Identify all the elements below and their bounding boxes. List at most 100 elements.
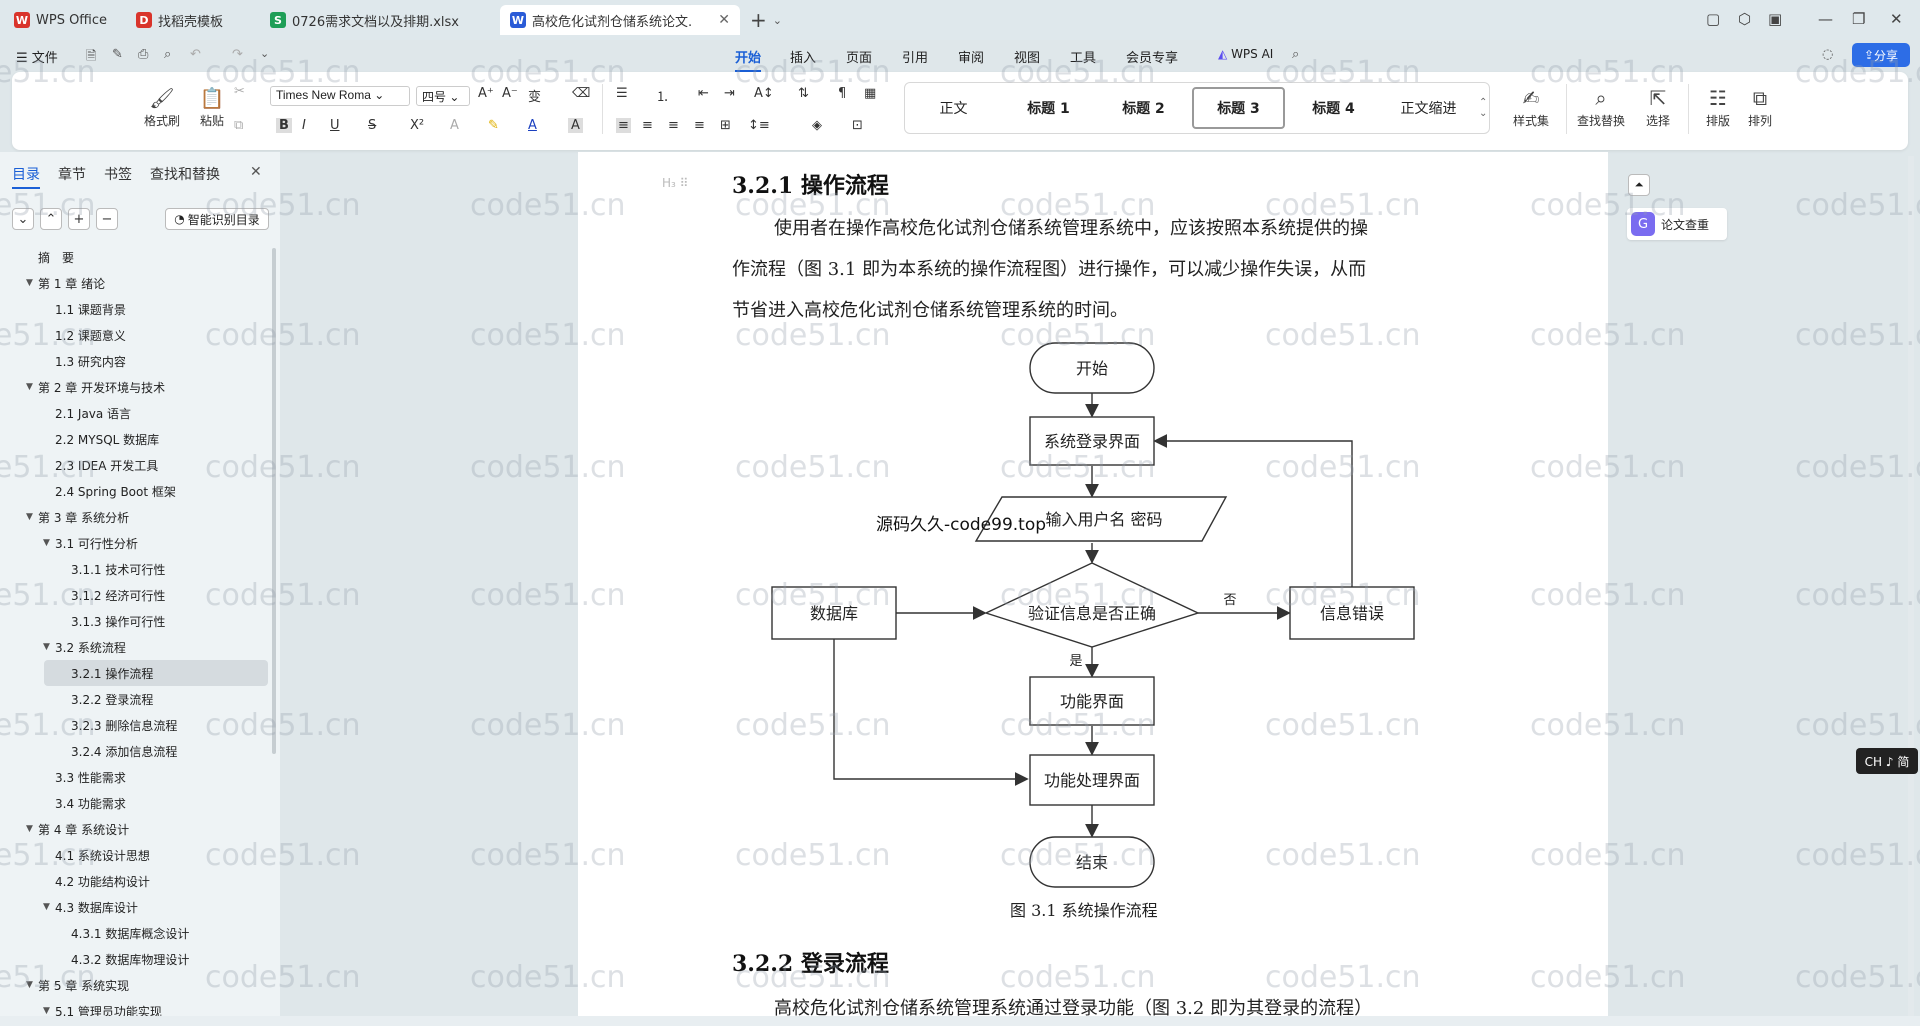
layout-button[interactable]: ☷ 排版	[1698, 86, 1738, 129]
menu-tools[interactable]: 工具	[1070, 47, 1096, 66]
cube-icon[interactable]: ⬡	[1738, 10, 1751, 28]
paste-button[interactable]: 📋 粘贴	[188, 86, 236, 129]
phonetic-icon[interactable]: 变	[528, 86, 541, 105]
toc-item[interactable]: ▼ 4.3 数据库设计	[0, 894, 275, 920]
pen-icon[interactable]: ✎	[112, 47, 123, 62]
menu-insert[interactable]: 插入	[790, 47, 816, 66]
table-icon[interactable]: ▦	[864, 86, 876, 101]
arrange-button[interactable]: ⧉ 排列	[1740, 86, 1780, 129]
number-list-icon[interactable]: ⒈	[656, 86, 669, 105]
line-spacing-icon[interactable]: ↕≡	[748, 118, 770, 133]
sidebar-tab-find[interactable]: 查找和替换	[150, 164, 220, 184]
expand-arrow-icon[interactable]: ▼	[26, 824, 33, 834]
sort-icon[interactable]: ⇅	[798, 86, 809, 101]
toc-item[interactable]: 3.2.4 添加信息流程	[0, 738, 275, 764]
expand-arrow-icon[interactable]: ▼	[43, 642, 50, 652]
toc-item[interactable]: 2.2 MYSQL 数据库	[0, 426, 275, 452]
smart-toc-button[interactable]: ◔ 智能识别目录	[165, 208, 269, 230]
ime-indicator[interactable]: CH ♪ 简	[1856, 748, 1918, 774]
toc-item[interactable]: 3.2.3 删除信息流程	[0, 712, 275, 738]
vertical-scrollbar[interactable]	[1908, 156, 1914, 1016]
document-page[interactable]: H₃ ⠿ 3.2.1 操作流程 使用者在操作高校危化试剂仓储系统管理系统中，应该…	[578, 152, 1608, 1026]
close-pane-icon[interactable]: ✕	[250, 164, 262, 180]
expand-arrow-icon[interactable]: ▼	[26, 512, 33, 522]
heading-handle-icon[interactable]: H₃ ⠿	[662, 176, 688, 190]
toc-item[interactable]: 4.2 功能结构设计	[0, 868, 275, 894]
expand-arrow-icon[interactable]: ▼	[26, 278, 33, 288]
file-menu[interactable]: ☰ 文件	[16, 47, 58, 66]
tab-spreadsheet[interactable]: S 0726需求文档以及排期.xlsx	[260, 5, 496, 35]
copy-icon[interactable]: ⧉	[234, 118, 243, 133]
minimize-icon[interactable]: —	[1818, 10, 1833, 28]
avatar[interactable]: ▣	[1768, 10, 1782, 28]
font-color-icon[interactable]: A	[528, 118, 537, 133]
toc-item[interactable]: 3.1.2 经济可行性	[0, 582, 275, 608]
align-right-icon[interactable]: ≡	[668, 118, 679, 133]
toc-item[interactable]: ▼ 第 3 章 系统分析	[0, 504, 275, 530]
expand-arrow-icon[interactable]: ▼	[43, 902, 50, 912]
expand-up-icon[interactable]: ⌃	[40, 208, 62, 230]
align-center-icon[interactable]: ≡	[642, 118, 653, 133]
char-shading-icon[interactable]: A	[568, 118, 583, 133]
tab-wps-office[interactable]: W WPS Office	[4, 5, 122, 35]
menu-review[interactable]: 审阅	[958, 47, 984, 66]
toc-item[interactable]: ▼ 第 5 章 系统实现	[0, 972, 275, 998]
remove-heading-icon[interactable]: −	[96, 208, 118, 230]
style-heading-1[interactable]: 标题 1	[1002, 87, 1095, 129]
superscript-icon[interactable]: X²	[410, 118, 424, 133]
redo-icon[interactable]: ↷	[232, 47, 243, 62]
menu-view[interactable]: 视图	[1014, 47, 1040, 66]
align-left-icon[interactable]: ≡	[616, 118, 631, 133]
toc-item[interactable]: 1.1 课题背景	[0, 296, 275, 322]
tab-dropdown-icon[interactable]: ⌄	[773, 14, 782, 27]
bold-icon[interactable]: B	[276, 118, 292, 133]
style-body-indent[interactable]: 正文缩进	[1382, 87, 1475, 129]
distribute-icon[interactable]: ⊞	[720, 118, 731, 133]
bullet-list-icon[interactable]: ☰	[616, 86, 628, 101]
close-window-icon[interactable]: ✕	[1890, 10, 1903, 28]
style-heading-4[interactable]: 标题 4	[1287, 87, 1380, 129]
tab-document-active[interactable]: W 高校危化试剂仓储系统论文.do ✕	[500, 5, 740, 35]
menu-membership[interactable]: 会员专享	[1126, 47, 1178, 66]
highlight-icon[interactable]: ✎	[488, 118, 499, 133]
toc-item[interactable]: 3.2.1 操作流程	[44, 660, 268, 686]
toc-item[interactable]: ▼ 3.2 系统流程	[0, 634, 275, 660]
shrink-font-icon[interactable]: A⁻	[502, 86, 518, 101]
collapse-all-icon[interactable]: ⌄	[12, 208, 34, 230]
select-button[interactable]: ⇱ 选择	[1638, 86, 1678, 129]
chat-icon[interactable]: ◌	[1822, 47, 1833, 62]
format-painter-button[interactable]: 🖌 格式刷	[138, 86, 186, 129]
find-replace-button[interactable]: ⌕ 查找替换	[1570, 86, 1632, 129]
underline-icon[interactable]: U	[330, 118, 340, 133]
expand-arrow-icon[interactable]: ▼	[26, 980, 33, 990]
text-effect-icon[interactable]: A	[450, 118, 459, 133]
toc-item[interactable]: 1.2 课题意义	[0, 322, 275, 348]
strikethrough-icon[interactable]: S	[368, 118, 376, 133]
wps-ai-button[interactable]: ◭ WPS AI	[1218, 47, 1273, 61]
toc-item[interactable]: 2.4 Spring Boot 框架	[0, 478, 275, 504]
toc-item[interactable]: 2.3 IDEA 开发工具	[0, 452, 275, 478]
clear-format-icon[interactable]: ⌫	[572, 86, 590, 101]
restore-icon[interactable]: ❐	[1852, 10, 1865, 28]
shading-icon[interactable]: ◈	[812, 118, 822, 133]
toc-item[interactable]: 3.4 功能需求	[0, 790, 275, 816]
menu-home[interactable]: 开始	[735, 47, 762, 72]
toc-item[interactable]: 4.3.2 数据库物理设计	[0, 946, 275, 972]
toc-item[interactable]: ▼ 第 4 章 系统设计	[0, 816, 275, 842]
border-icon[interactable]: ⊡	[852, 118, 863, 133]
style-set-button[interactable]: ✍ 样式集	[1504, 86, 1558, 129]
toc-item[interactable]: 3.3 性能需求	[0, 764, 275, 790]
expand-arrow-icon[interactable]: ▼	[26, 382, 33, 392]
toc-item[interactable]: 1.3 研究内容	[0, 348, 275, 374]
sidebar-tab-bookmark[interactable]: 书签	[104, 164, 132, 184]
toc-item[interactable]: 3.1.1 技术可行性	[0, 556, 275, 582]
grow-font-icon[interactable]: A⁺	[478, 86, 494, 101]
font-name-select[interactable]: Times New Roma ⌄	[270, 86, 410, 106]
styles-scroll-icon[interactable]: ⌃ ⌄	[1479, 97, 1487, 119]
text-direction-icon[interactable]: A↕	[754, 86, 774, 101]
thesis-check-button[interactable]: G 论文查重	[1627, 208, 1727, 240]
font-size-select[interactable]: 四号 ⌄	[416, 86, 470, 106]
toc-item[interactable]: ▼ 3.1 可行性分析	[0, 530, 275, 556]
toc-item[interactable]: ▼ 第 2 章 开发环境与技术	[0, 374, 275, 400]
more-dropdown-icon[interactable]: ⌄	[260, 47, 269, 60]
